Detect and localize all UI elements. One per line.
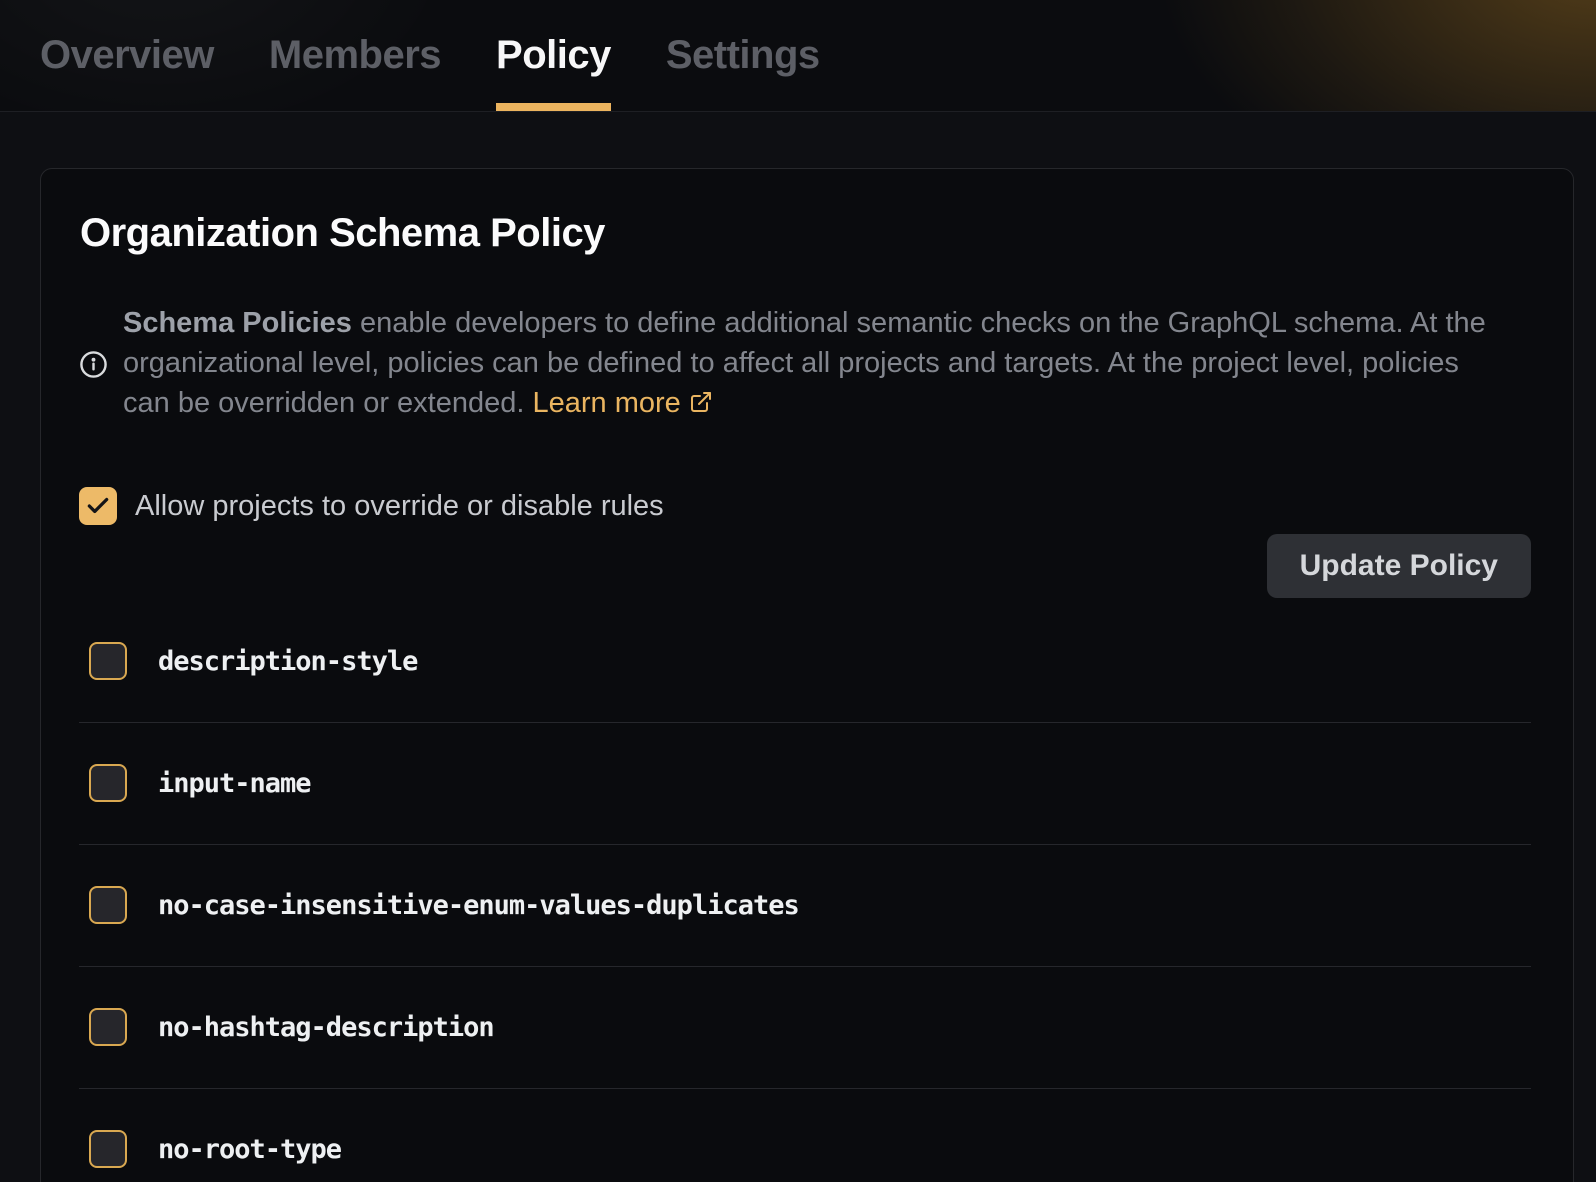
policy-description: Schema Policies enable developers to def… xyxy=(79,274,1531,454)
description-text: Schema Policies enable developers to def… xyxy=(123,303,1495,425)
rule-checkbox[interactable] xyxy=(89,1008,127,1046)
organization-policy-page: Overview Members Policy Settings Organiz… xyxy=(0,0,1596,1182)
rule-name-label: no-case-insensitive-enum-values-duplicat… xyxy=(158,890,799,921)
rule-row-input-name: input-name xyxy=(79,723,1531,845)
tab-settings[interactable]: Settings xyxy=(666,0,820,111)
page-title: Organization Schema Policy xyxy=(80,211,1531,256)
learn-more-link[interactable]: Learn more xyxy=(533,387,681,419)
rule-checkbox[interactable] xyxy=(89,886,127,924)
description-lead: Schema Policies xyxy=(123,307,352,339)
rule-row-no-hashtag-description: no-hashtag-description xyxy=(79,967,1531,1089)
policy-rules-list: description-style input-name no-case-ins… xyxy=(79,601,1531,1182)
tab-overview[interactable]: Overview xyxy=(40,0,214,111)
tab-members[interactable]: Members xyxy=(269,0,441,111)
rule-name-label: description-style xyxy=(158,646,417,677)
schema-policy-card: Organization Schema Policy Schema Polici… xyxy=(40,168,1574,1182)
tab-bar: Overview Members Policy Settings xyxy=(0,0,1596,112)
update-policy-button[interactable]: Update Policy xyxy=(1267,534,1531,598)
info-icon xyxy=(79,350,108,379)
rule-row-description-style: description-style xyxy=(79,601,1531,723)
tab-policy[interactable]: Policy xyxy=(496,0,611,111)
rule-name-label: no-root-type xyxy=(158,1134,341,1165)
allow-override-label: Allow projects to override or disable ru… xyxy=(135,490,664,523)
rule-name-label: input-name xyxy=(158,768,311,799)
rule-checkbox[interactable] xyxy=(89,1130,127,1168)
rule-name-label: no-hashtag-description xyxy=(158,1012,494,1043)
allow-override-row: Allow projects to override or disable ru… xyxy=(79,487,1531,525)
rule-checkbox[interactable] xyxy=(89,764,127,802)
rule-checkbox[interactable] xyxy=(89,642,127,680)
check-icon xyxy=(85,493,111,519)
allow-override-checkbox[interactable] xyxy=(79,487,117,525)
external-link-icon xyxy=(689,385,713,425)
rule-row-no-case-insensitive-enum-values-duplicates: no-case-insensitive-enum-values-duplicat… xyxy=(79,845,1531,967)
rule-row-no-root-type: no-root-type xyxy=(79,1089,1531,1182)
update-policy-row: Update Policy xyxy=(79,534,1531,598)
